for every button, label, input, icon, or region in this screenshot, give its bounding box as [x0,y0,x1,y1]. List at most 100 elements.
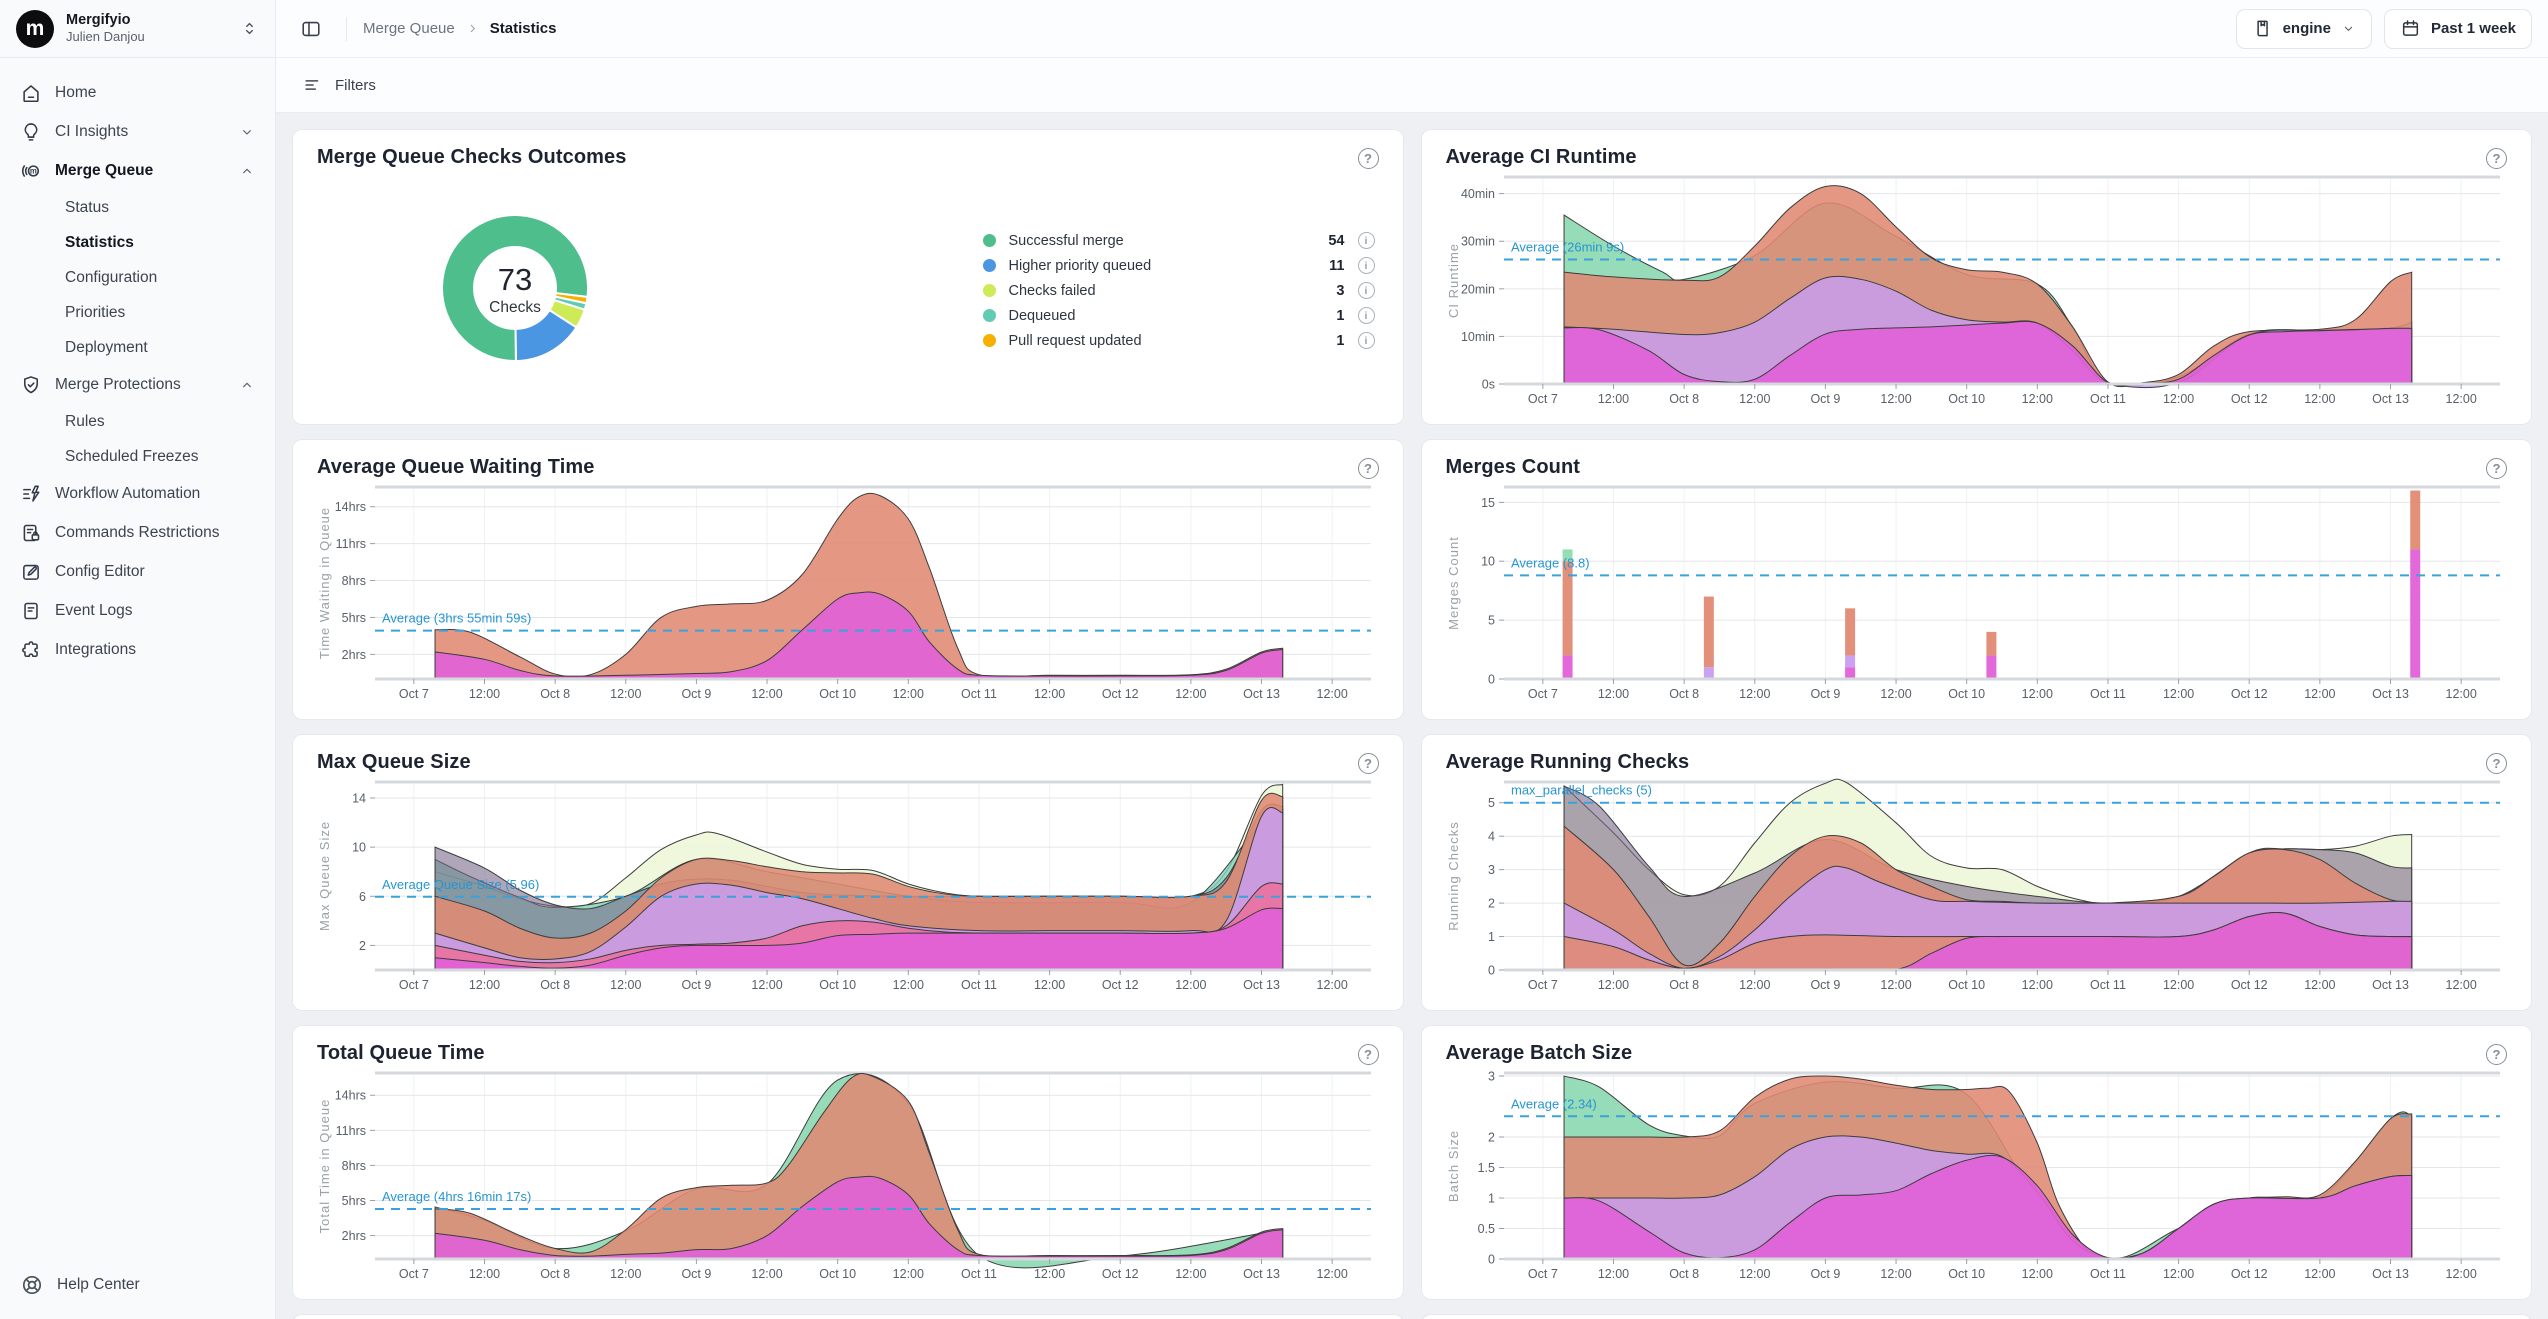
max-queue-size-chart[interactable]: Average Queue Size (5.96)Oct 712:00Oct 8… [317,774,1379,998]
svg-text:1: 1 [1488,1192,1495,1206]
sidebar-item-home[interactable]: Home [10,74,265,112]
svg-text:Oct 12: Oct 12 [1102,687,1139,701]
filters-button[interactable]: Filters [335,77,376,94]
help-icon[interactable]: ? [2486,458,2507,479]
svg-text:12:00: 12:00 [1880,1267,1911,1281]
lifebuoy-icon [20,1273,44,1297]
legend-item-higher-priority-queued[interactable]: Higher priority queued 11 i [983,257,1375,274]
help-icon[interactable]: ? [1358,753,1379,774]
svg-text:15: 15 [1481,496,1495,510]
card-title: Total Queue Time [317,1042,485,1065]
sidebar-item-label: CI Insights [55,123,128,141]
sidebar-item-ci-insights[interactable]: CI Insights [10,113,265,151]
sidebar-item-workflow-automation[interactable]: Workflow Automation [10,475,265,513]
svg-text:Time Waiting in Queue: Time Waiting in Queue [317,507,332,659]
svg-text:11hrs: 11hrs [336,537,366,551]
breadcrumb-parent[interactable]: Merge Queue [363,20,455,37]
legend-label: Dequeued [1009,308,1076,324]
filters-bar: Filters [276,58,2548,113]
svg-text:12:00: 12:00 [1597,687,1628,701]
average-queue-waiting-time-chart[interactable]: Average (3hrs 55min 59s)Oct 712:00Oct 81… [317,479,1379,707]
svg-text:Oct 10: Oct 10 [819,1267,856,1281]
sidebar-nav: Home CI Insights m Merge Queue StatusStatist… [0,58,275,1257]
checks-outcomes-donut[interactable]: 73Checks [431,204,599,377]
svg-text:8hrs: 8hrs [342,1159,366,1173]
logs-icon [20,600,42,622]
svg-text:Oct 12: Oct 12 [1102,978,1139,992]
info-icon[interactable]: i [1358,232,1375,249]
sidebar-item-deployment[interactable]: Deployment [10,331,265,365]
help-icon[interactable]: ? [2486,753,2507,774]
sidebar-item-config-editor[interactable]: Config Editor [10,553,265,591]
merges-count-chart[interactable]: Average (8.8)Oct 712:00Oct 812:00Oct 912… [1446,479,2508,707]
chevron-up-icon [239,377,255,393]
legend-item-pull-request-updated[interactable]: Pull request updated 1 i [983,332,1375,349]
sidebar-item-merge-protections[interactable]: Merge Protections [10,366,265,404]
legend-item-successful-merge[interactable]: Successful merge 54 i [983,232,1375,249]
svg-text:Oct 13: Oct 13 [1243,687,1280,701]
sidebar-item-label: Merge Queue [55,162,153,180]
legend-value: 11 [1329,258,1344,274]
legend-item-dequeued[interactable]: Dequeued 1 i [983,307,1375,324]
svg-text:Oct 9: Oct 9 [681,978,711,992]
sidebar-item-rules[interactable]: Rules [10,405,265,439]
shield-icon [20,374,42,396]
sidebar-item-status[interactable]: Status [10,191,265,225]
info-icon[interactable]: i [1358,282,1375,299]
workflow-icon [20,483,42,505]
svg-text:12:00: 12:00 [610,978,641,992]
svg-text:Average (26min 9s): Average (26min 9s) [1511,240,1624,255]
svg-text:Oct 11: Oct 11 [961,687,997,701]
svg-text:Oct 10: Oct 10 [1948,392,1985,406]
help-center-button[interactable]: Help Center [0,1257,275,1319]
sidebar-item-priorities[interactable]: Priorities [10,296,265,330]
sidebar-item-configuration[interactable]: Configuration [10,261,265,295]
help-icon[interactable]: ? [2486,1044,2507,1065]
total-queue-time-chart[interactable]: Average (4hrs 16min 17s)Oct 712:00Oct 81… [317,1065,1379,1287]
help-icon[interactable]: ? [2486,148,2507,169]
help-icon[interactable]: ? [1358,1044,1379,1065]
legend-label: Pull request updated [1009,333,1142,349]
legend-value: 3 [1336,283,1344,299]
org-user: Julien Danjou [66,29,145,45]
svg-text:Oct 11: Oct 11 [961,978,997,992]
sidebar-item-commands-restrictions[interactable]: Commands Restrictions [10,514,265,552]
sidebar-item-event-logs[interactable]: Event Logs [10,592,265,630]
repository-selector-label: engine [2283,20,2331,37]
svg-text:Oct 11: Oct 11 [2090,392,2126,406]
sidebar-toggle-button[interactable] [292,10,330,48]
average-running-checks-chart[interactable]: max_parallel_checks (5)Oct 712:00Oct 812… [1446,774,2508,998]
svg-text:12:00: 12:00 [1175,687,1206,701]
info-icon[interactable]: i [1358,332,1375,349]
svg-text:0s: 0s [1481,378,1494,392]
info-icon[interactable]: i [1358,307,1375,324]
sidebar-item-merge-queue[interactable]: m Merge Queue [10,152,265,190]
legend-item-checks-failed[interactable]: Checks failed 3 i [983,282,1375,299]
repository-selector[interactable]: engine [2236,9,2372,49]
svg-text:Oct 8: Oct 8 [1669,687,1699,701]
sidebar-item-integrations[interactable]: Integrations [10,631,265,669]
editor-icon [20,561,42,583]
svg-text:Oct 7: Oct 7 [1527,1267,1557,1281]
chevron-down-icon [239,124,255,140]
org-switcher-selector-icon[interactable] [240,19,259,38]
average-ci-runtime-chart[interactable]: Average (26min 9s)Oct 712:00Oct 812:00Oc… [1446,169,2508,412]
help-icon[interactable]: ? [1358,148,1379,169]
svg-text:12:00: 12:00 [1034,978,1065,992]
svg-text:12:00: 12:00 [1034,687,1065,701]
svg-text:12:00: 12:00 [469,1267,500,1281]
queue-icon: m [20,160,42,182]
sidebar-item-statistics[interactable]: Statistics [10,226,265,260]
sidebar-item-label: Configuration [65,269,157,287]
svg-text:Oct 7: Oct 7 [399,687,429,701]
svg-text:12:00: 12:00 [2162,1267,2193,1281]
org-switcher[interactable]: m Mergifyio Julien Danjou [0,0,275,58]
time-range-button[interactable]: Past 1 week [2384,9,2532,49]
help-icon[interactable]: ? [1358,458,1379,479]
info-icon[interactable]: i [1358,257,1375,274]
svg-text:12:00: 12:00 [2304,392,2335,406]
sidebar-item-scheduled-freezes[interactable]: Scheduled Freezes [10,440,265,474]
average-batch-size-chart[interactable]: Average (2.34)Oct 712:00Oct 812:00Oct 91… [1446,1065,2508,1287]
topbar: Merge Queue Statistics engine Past 1 wee… [276,0,2548,58]
sidebar-item-label: Scheduled Freezes [65,448,199,466]
